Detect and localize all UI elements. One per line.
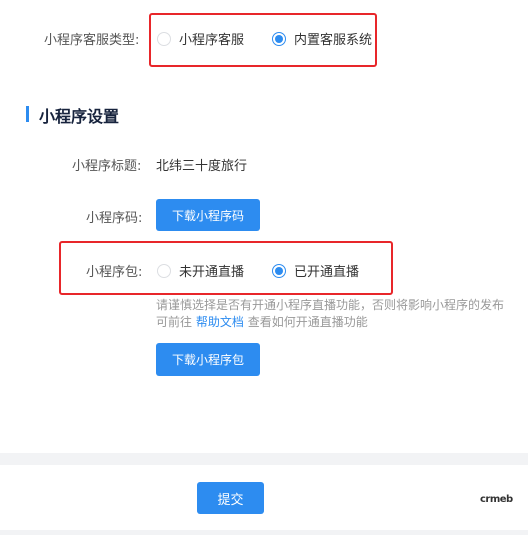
- help-doc-link[interactable]: 帮助文档: [196, 315, 244, 329]
- hint-suffix: 查看如何开通直播功能: [247, 315, 368, 329]
- mini-title-label: 小程序标题:: [72, 159, 142, 174]
- radio-checked-icon: [272, 31, 287, 46]
- radio-option-mini-program-service[interactable]: 小程序客服: [157, 29, 244, 48]
- submit-button[interactable]: 提交: [197, 482, 264, 514]
- service-type-radio-group: 小程序客服 内置客服系统: [157, 29, 372, 48]
- mini-package-radio-group: 未开通直播 已开通直播: [157, 261, 359, 280]
- radio-option-label: 未开通直播: [179, 265, 245, 280]
- settings-panel: 小程序客服类型: 小程序客服 内置客服系统 小程序设置 小程序标题: 北纬三十度…: [0, 0, 528, 453]
- radio-option-label: 小程序客服: [179, 33, 245, 48]
- mini-code-label: 小程序码:: [86, 211, 143, 226]
- footer-bar: 提交: [0, 465, 528, 530]
- radio-option-live-not-enabled[interactable]: 未开通直播: [157, 261, 244, 280]
- crmeb-logo: crmeb: [480, 494, 513, 505]
- download-mini-package-button[interactable]: 下载小程序包: [156, 343, 260, 376]
- hint-line-1: 请谨慎选择是否有开通小程序直播功能，否则将影响小程序的发布: [156, 298, 505, 312]
- radio-option-label: 已开通直播: [294, 265, 360, 280]
- hint-line-2: 可前往 帮助文档 查看如何开通直播功能: [156, 313, 368, 330]
- hint-prefix: 可前往: [156, 315, 193, 329]
- mini-title-value: 北纬三十度旅行: [156, 159, 248, 174]
- download-mini-code-button[interactable]: 下载小程序码: [156, 199, 260, 231]
- radio-option-live-enabled[interactable]: 已开通直播: [272, 261, 359, 280]
- radio-unchecked-icon: [157, 31, 171, 46]
- radio-checked-icon: [272, 263, 287, 278]
- radio-option-builtin-service[interactable]: 内置客服系统: [272, 29, 372, 48]
- service-type-label: 小程序客服类型:: [44, 33, 140, 48]
- section-title: 小程序设置: [39, 107, 120, 126]
- radio-option-label: 内置客服系统: [294, 33, 373, 48]
- section-accent-bar: [26, 106, 29, 122]
- radio-unchecked-icon: [157, 263, 171, 278]
